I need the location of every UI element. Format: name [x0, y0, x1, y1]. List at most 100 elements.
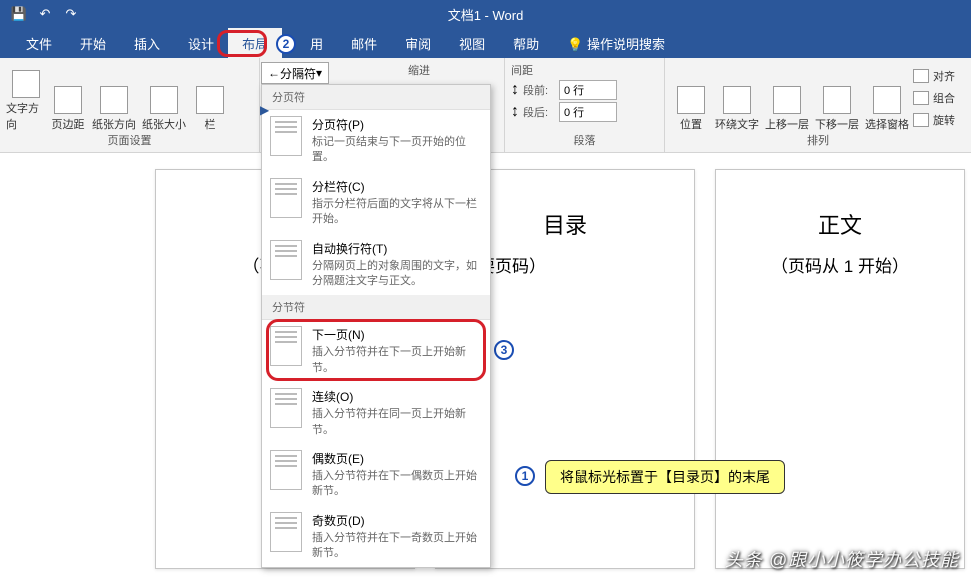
dd-desc: 标记一页结束与下一页开始的位置。 — [312, 135, 482, 166]
tab-review[interactable]: 审阅 — [391, 28, 445, 59]
position-label: 位置 — [680, 116, 702, 132]
group-icon — [913, 91, 929, 105]
text-wrap-icon — [270, 240, 302, 280]
next-page-icon — [270, 326, 302, 366]
margins-button[interactable]: 页边距 — [48, 62, 88, 132]
wrap-label: 环绕文字 — [715, 116, 759, 132]
rotate-button[interactable]: 旋转 — [913, 110, 955, 130]
step-badge-3: 3 — [494, 340, 514, 360]
step-badge-1: 1 — [515, 466, 535, 486]
dd-item-next-page[interactable]: ▶ 下一页(N)插入分节符并在下一页上开始新节。 — [262, 320, 490, 382]
group-button[interactable]: 组合 — [913, 88, 955, 108]
dd-item-odd-page[interactable]: 奇数页(D)插入分节符并在下一奇数页上开始新节。 — [262, 506, 490, 568]
column-break-icon — [270, 178, 302, 218]
rotate-label: 旋转 — [933, 112, 955, 128]
breaks-trigger-label: 分隔符 — [280, 65, 316, 82]
orientation-button[interactable]: 纸张方向 — [90, 62, 138, 132]
selection-icon — [873, 86, 901, 114]
forward-icon — [773, 86, 801, 114]
forward-button[interactable]: 上移一层 — [763, 62, 811, 132]
step-badge-2: 2 — [276, 34, 296, 54]
page-body-sub: （页码从 1 开始） — [716, 252, 964, 277]
tab-help[interactable]: 帮助 — [499, 28, 553, 59]
breaks-dropdown-trigger[interactable]: ← 分隔符 ▾ — [261, 62, 329, 84]
position-button[interactable]: 位置 — [671, 62, 711, 132]
window-title: 文档1 - Word — [448, 5, 524, 24]
dd-desc: 指示分栏符后面的文字将从下一栏开始。 — [312, 197, 482, 228]
size-button[interactable]: 纸张大小 — [140, 62, 188, 132]
tell-me-label: 操作说明搜索 — [587, 37, 665, 52]
even-page-icon — [270, 450, 302, 490]
margins-icon — [54, 86, 82, 114]
arrow-up-icon: ↕ — [511, 81, 519, 99]
columns-label: 栏 — [205, 116, 216, 132]
tab-mailings[interactable]: 邮件 — [337, 28, 391, 59]
columns-button[interactable]: 栏 — [190, 62, 230, 132]
tab-file[interactable]: 文件 — [12, 28, 66, 59]
tab-view[interactable]: 视图 — [445, 28, 499, 59]
size-label: 纸张大小 — [142, 116, 186, 132]
wrap-icon — [723, 86, 751, 114]
dd-title: 偶数页(E) — [312, 450, 482, 467]
margins-label: 页边距 — [52, 116, 85, 132]
text-direction-button[interactable]: 文字方向 — [6, 62, 46, 132]
dd-item-column-break[interactable]: 分栏符(C)指示分栏符后面的文字将从下一栏开始。 — [262, 172, 490, 234]
orientation-label: 纸张方向 — [92, 116, 136, 132]
tab-insert[interactable]: 插入 — [120, 28, 174, 59]
wrap-button[interactable]: 环绕文字 — [713, 62, 761, 132]
dd-item-page-break[interactable]: 分页符(P) 标记一页结束与下一页开始的位置。 — [262, 110, 490, 172]
group-spacing: 间距 ↕段前:0 行 ↕段后:0 行 段落 — [505, 58, 665, 152]
menu-bar: 文件 开始 插入 设计 布局 用 邮件 审阅 视图 帮助 💡 操作说明搜索 — [0, 28, 971, 58]
align-icon — [913, 69, 929, 83]
group-label-page-setup: 页面设置 — [6, 132, 253, 150]
undo-icon[interactable]: ↶ — [34, 3, 56, 25]
backward-button[interactable]: 下移一层 — [813, 62, 861, 132]
dd-item-continuous[interactable]: 连续(O) 插入分节符并在同一页上开始新节。 — [262, 382, 490, 444]
backward-icon — [823, 86, 851, 114]
arrow-down-icon: ↕ — [511, 103, 519, 121]
page-body[interactable]: 正文 （页码从 1 开始） — [715, 169, 965, 569]
dd-desc: 插入分节符并在下一偶数页上开始新节。 — [312, 469, 482, 500]
dd-title: 奇数页(D) — [312, 512, 482, 529]
dd-item-even-page[interactable]: 偶数页(E) 插入分节符并在下一偶数页上开始新节。 — [262, 444, 490, 506]
dd-section-page-breaks: 分页符 — [262, 85, 490, 110]
continuous-icon — [270, 388, 302, 428]
columns-icon — [196, 86, 224, 114]
selection-pane-button[interactable]: 选择窗格 — [863, 62, 911, 132]
selection-label: 选择窗格 — [865, 116, 909, 132]
tell-me-search[interactable]: 💡 操作说明搜索 — [553, 28, 679, 59]
dd-title: 分页符(P) — [312, 116, 482, 133]
indent-header: 缩进 — [408, 62, 430, 78]
dd-desc: 插入分节符并在下一页上开始新节。 — [312, 345, 482, 376]
tab-home[interactable]: 开始 — [66, 28, 120, 59]
group-page-setup: 文字方向 页边距 纸张方向 纸张大小 栏 页面设置 — [0, 58, 260, 152]
page-body-title: 正文 — [716, 208, 964, 240]
after-label: 段后: — [523, 104, 555, 120]
tab-layout[interactable]: 布局 — [228, 28, 282, 59]
odd-page-icon — [270, 512, 302, 552]
page-break-icon — [270, 116, 302, 156]
quick-access-toolbar: 💾 ↶ ↷ — [0, 3, 82, 25]
before-label: 段前: — [523, 82, 555, 98]
redo-icon[interactable]: ↷ — [60, 3, 82, 25]
spacing-after-input[interactable]: 0 行 — [559, 102, 617, 122]
group-obj-label: 组合 — [933, 90, 955, 106]
callout-instruction: 将鼠标光标置于【目录页】的末尾 — [545, 460, 785, 494]
tab-design[interactable]: 设计 — [174, 28, 228, 59]
dd-item-text-wrap[interactable]: 自动换行符(T)分隔网页上的对象周围的文字，如分隔题注文字与正文。 — [262, 234, 490, 296]
size-icon — [150, 86, 178, 114]
forward-label: 上移一层 — [765, 116, 809, 132]
dd-desc: 插入分节符并在同一页上开始新节。 — [312, 407, 482, 438]
save-icon[interactable]: 💾 — [8, 3, 30, 25]
breaks-dropdown: 分页符 分页符(P) 标记一页结束与下一页开始的位置。 分栏符(C)指示分栏符后面… — [261, 84, 491, 568]
group-label-paragraph: 段落 — [511, 132, 658, 150]
watermark: 头条 @跟小小筱学办公技能 — [725, 546, 959, 572]
dd-title: 连续(O) — [312, 388, 482, 405]
dd-title: 自动换行符(T) — [312, 240, 482, 257]
backward-label: 下移一层 — [815, 116, 859, 132]
dd-title: 下一页(N) — [312, 326, 482, 343]
spacing-before-input[interactable]: 0 行 — [559, 80, 617, 100]
align-button[interactable]: 对齐 — [913, 66, 955, 86]
orientation-icon — [100, 86, 128, 114]
spacing-header: 间距 — [511, 62, 533, 78]
